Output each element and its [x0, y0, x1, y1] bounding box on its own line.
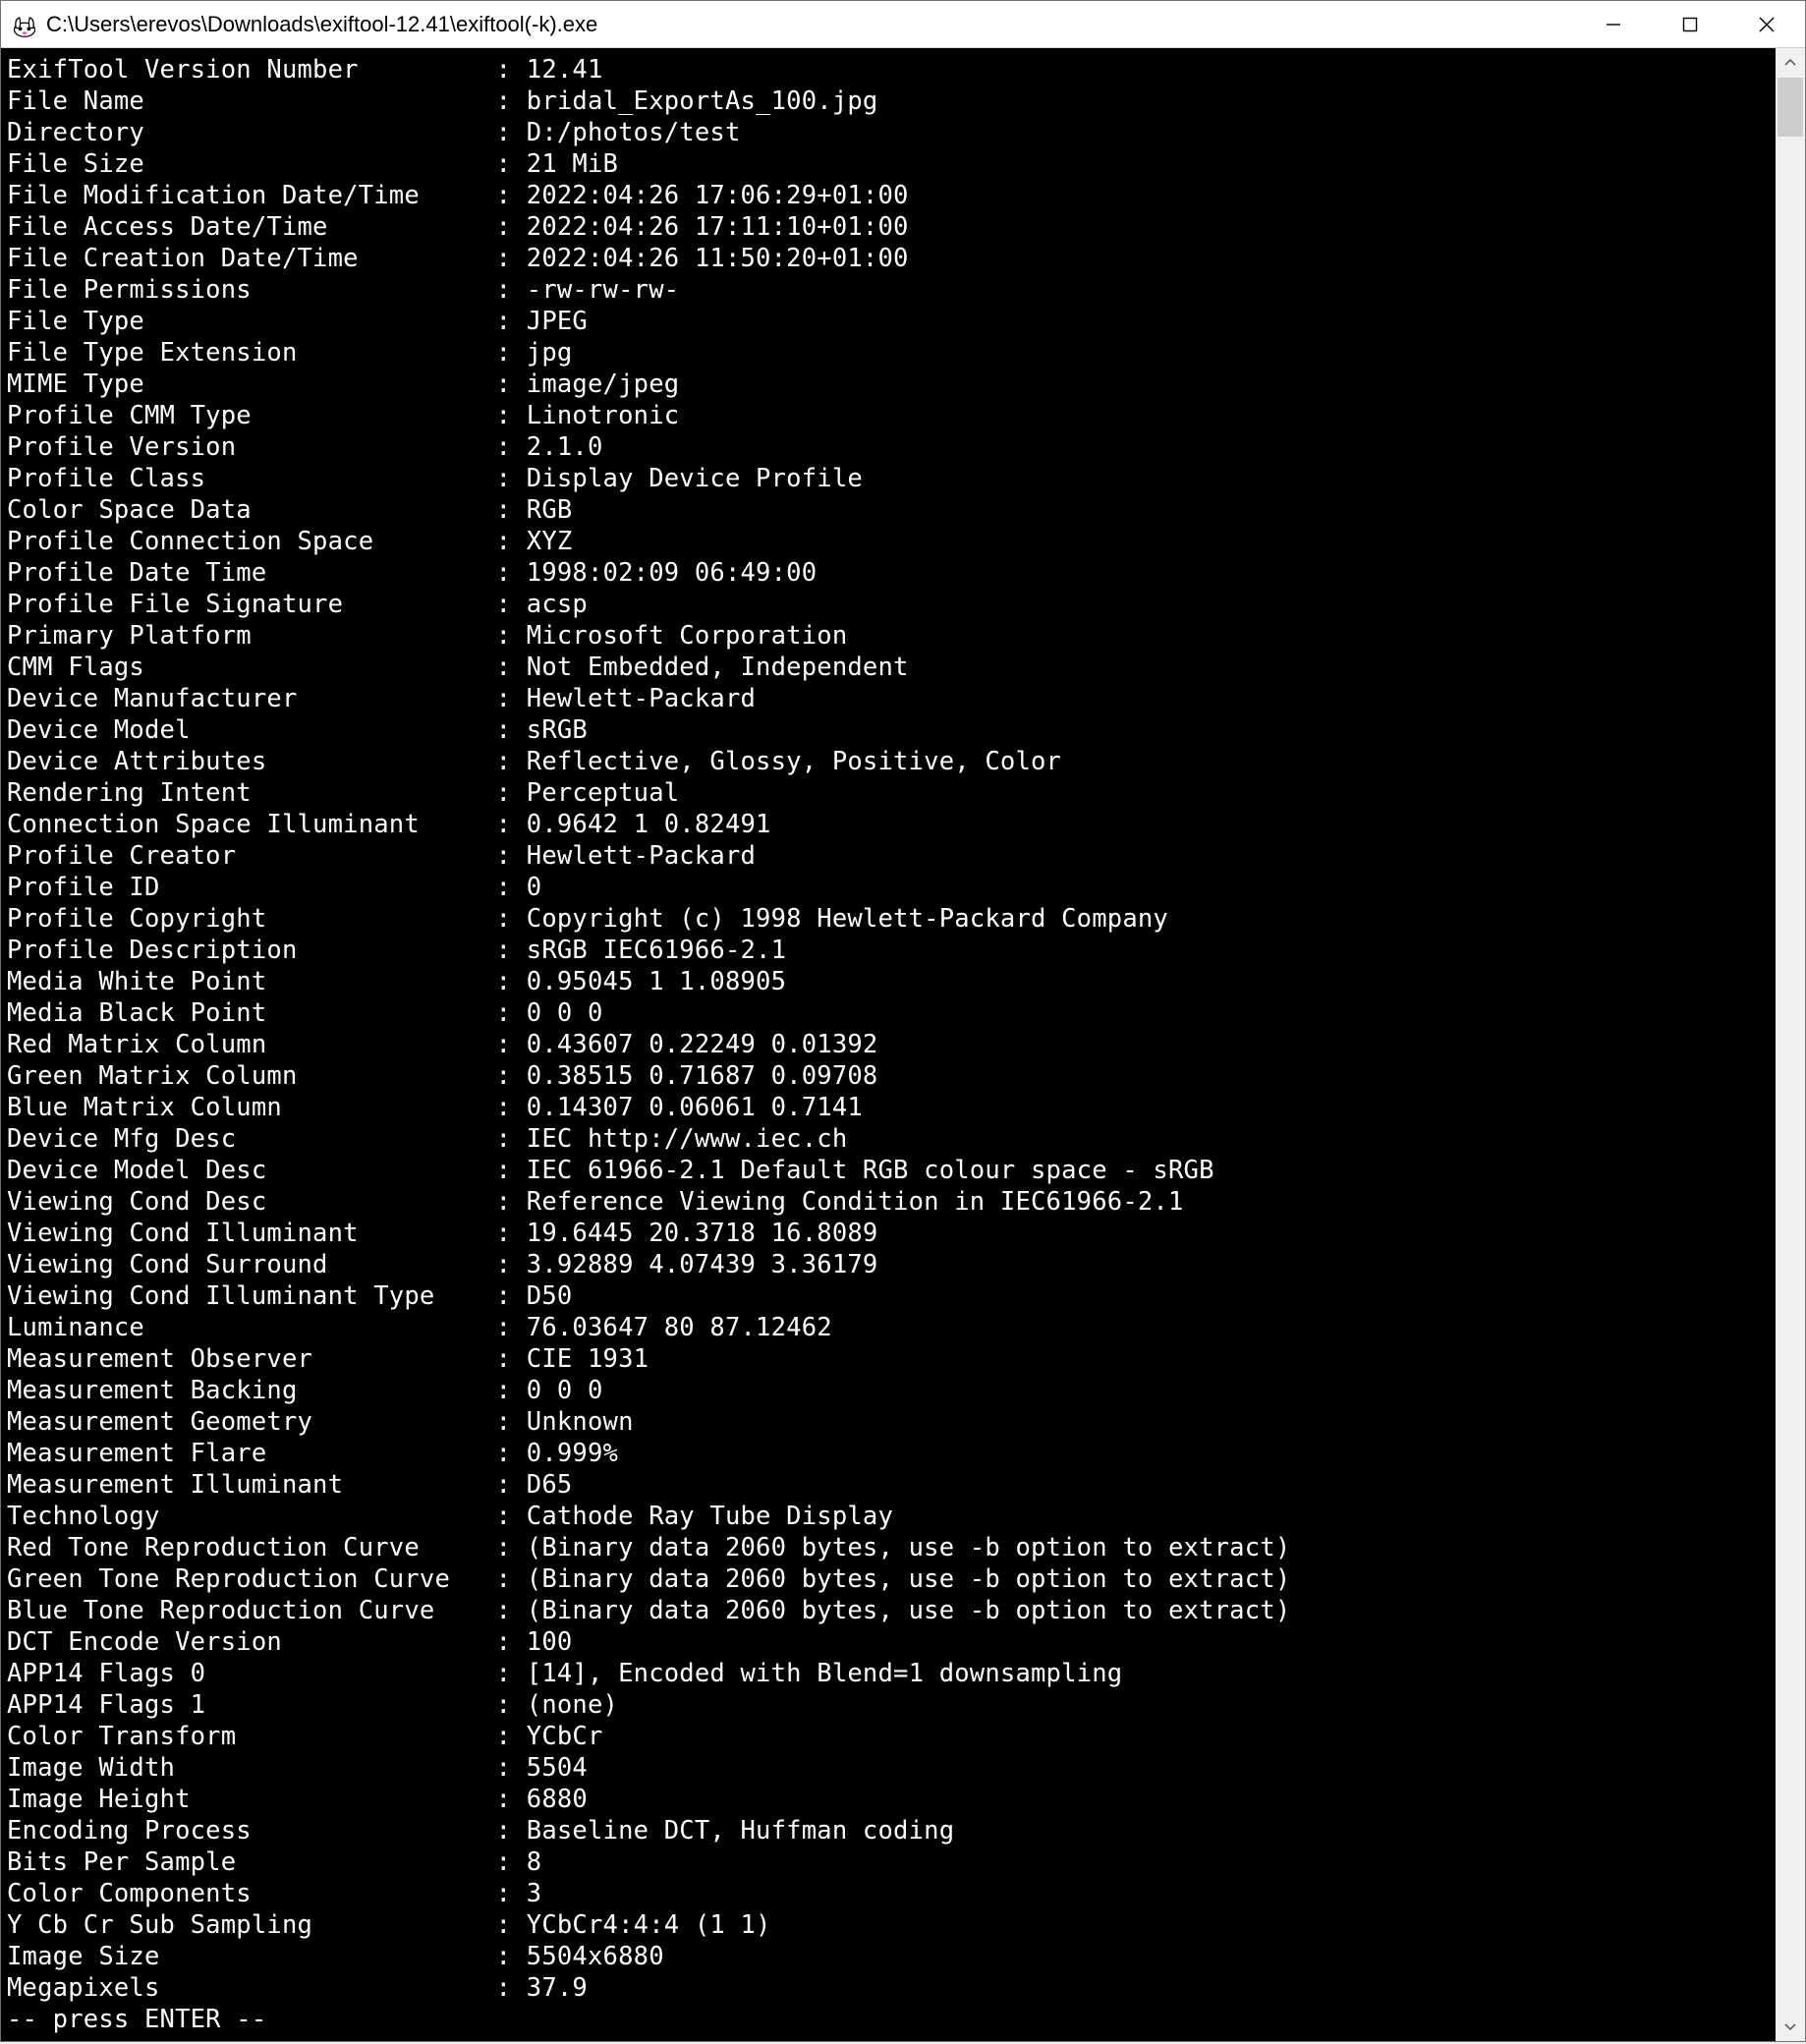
app-window: C:\Users\erevos\Downloads\exiftool-12.41…	[0, 0, 1806, 2042]
minimize-button[interactable]	[1575, 1, 1652, 47]
close-button[interactable]	[1728, 1, 1805, 47]
scroll-up-arrow[interactable]	[1776, 48, 1805, 78]
vertical-scrollbar[interactable]	[1776, 48, 1805, 2041]
maximize-button[interactable]	[1652, 1, 1728, 47]
titlebar[interactable]: C:\Users\erevos\Downloads\exiftool-12.41…	[1, 1, 1805, 48]
scroll-track[interactable]	[1776, 78, 1805, 2012]
app-icon	[11, 11, 38, 38]
window-title: C:\Users\erevos\Downloads\exiftool-12.41…	[46, 12, 1575, 37]
terminal-output[interactable]: ExifTool Version Number : 12.41 File Nam…	[1, 48, 1776, 2041]
scroll-down-arrow[interactable]	[1776, 2012, 1805, 2041]
scroll-thumb[interactable]	[1778, 78, 1803, 137]
content-area: ExifTool Version Number : 12.41 File Nam…	[1, 48, 1805, 2041]
window-controls	[1575, 1, 1805, 47]
